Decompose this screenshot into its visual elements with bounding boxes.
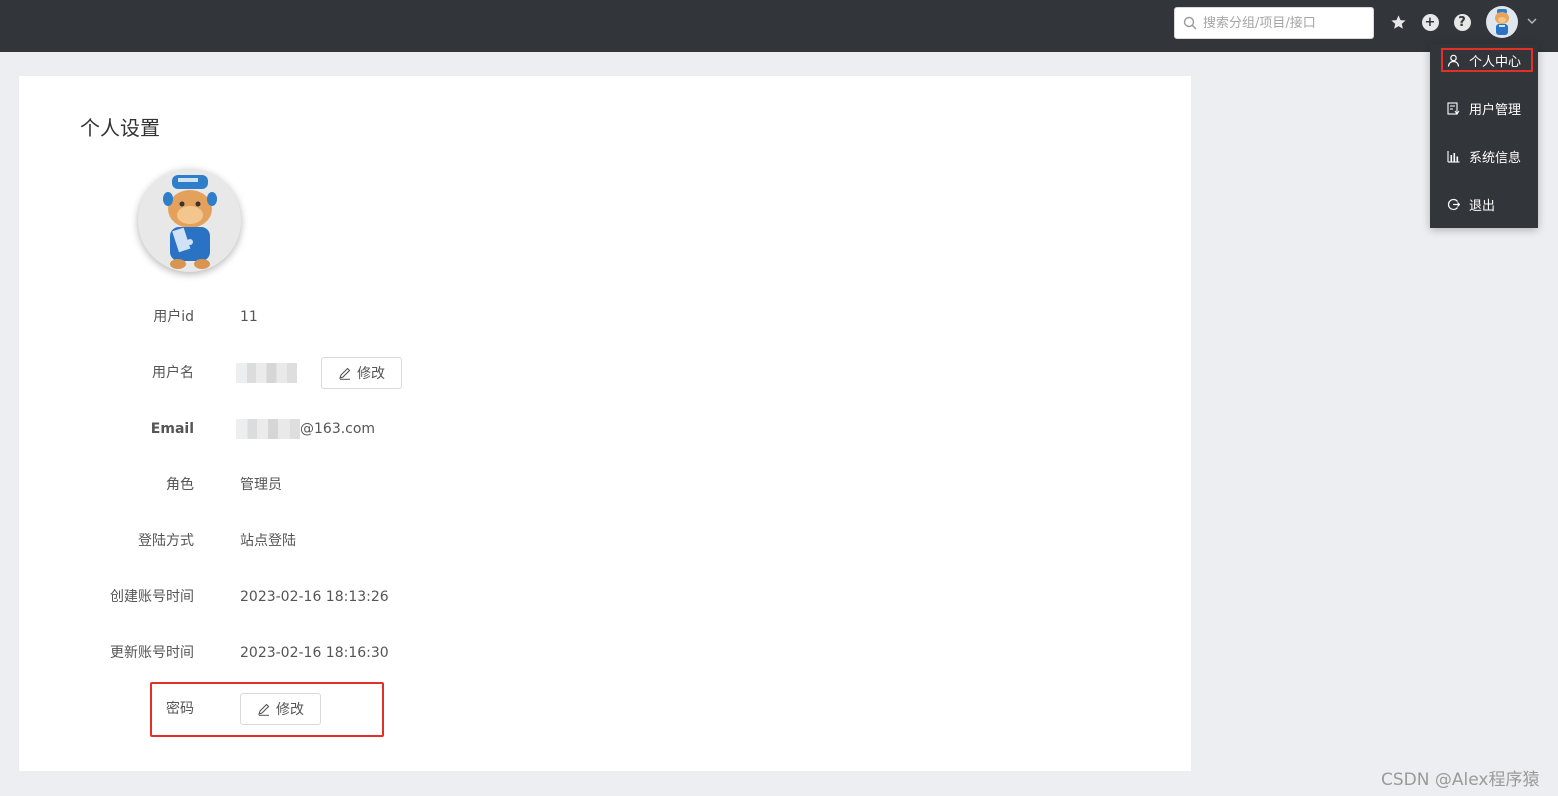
email-value: @163.com	[236, 419, 375, 439]
plus-circle-icon[interactable]: +	[1421, 13, 1439, 31]
menu-item-logout[interactable]: 退出	[1430, 188, 1538, 220]
menu-item-label: 系统信息	[1469, 150, 1522, 166]
user-manage-icon	[1447, 101, 1460, 115]
avatar[interactable]	[1486, 6, 1518, 38]
page-title: 个人设置	[80, 116, 160, 140]
menu-item-personal-center[interactable]: 个人中心	[1430, 44, 1538, 76]
profile-avatar[interactable]	[138, 169, 241, 272]
menu-item-system-info[interactable]: 系统信息	[1430, 140, 1538, 172]
user-dropdown-menu: 个人中心 用户管理 系统信息 退出	[1430, 44, 1538, 228]
blurred-username	[236, 363, 297, 383]
bar-chart-icon	[1447, 150, 1460, 163]
logout-icon	[1447, 198, 1460, 210]
highlight-box	[1441, 48, 1533, 72]
menu-item-label: 用户管理	[1469, 102, 1522, 118]
login-method-label: 登陆方式	[138, 533, 194, 549]
username-label: 用户名	[152, 365, 194, 381]
search-icon	[1183, 16, 1197, 30]
created-time-value: 2023-02-16 18:13:26	[240, 589, 389, 605]
search-input[interactable]	[1203, 10, 1363, 36]
watermark: CSDN @Alex程序猿	[1381, 770, 1540, 790]
updated-time-value: 2023-02-16 18:16:30	[240, 645, 389, 661]
username-value	[236, 363, 297, 383]
edit-label: 修改	[357, 366, 385, 382]
password-highlight-box	[150, 682, 384, 737]
email-label: Email	[150, 421, 194, 437]
user-id-value: 11	[240, 309, 258, 325]
menu-item-user-management[interactable]: 用户管理	[1430, 92, 1538, 124]
user-id-label: 用户id	[153, 309, 194, 325]
star-icon[interactable]	[1389, 13, 1407, 31]
edit-username-button[interactable]: 修改	[321, 357, 402, 389]
updated-time-label: 更新账号时间	[110, 645, 194, 661]
role-label: 角色	[166, 477, 194, 493]
blurred-email	[236, 419, 300, 439]
search-box[interactable]	[1174, 7, 1374, 39]
role-value: 管理员	[240, 477, 282, 493]
help-circle-icon[interactable]: ?	[1453, 13, 1471, 31]
created-time-label: 创建账号时间	[110, 589, 194, 605]
login-method-value: 站点登陆	[240, 533, 296, 549]
email-suffix: @163.com	[300, 421, 376, 437]
chevron-down-icon[interactable]	[1526, 16, 1538, 26]
menu-item-label: 退出	[1469, 198, 1496, 214]
pencil-icon	[339, 367, 351, 380]
top-navbar: + ?	[0, 0, 1558, 52]
